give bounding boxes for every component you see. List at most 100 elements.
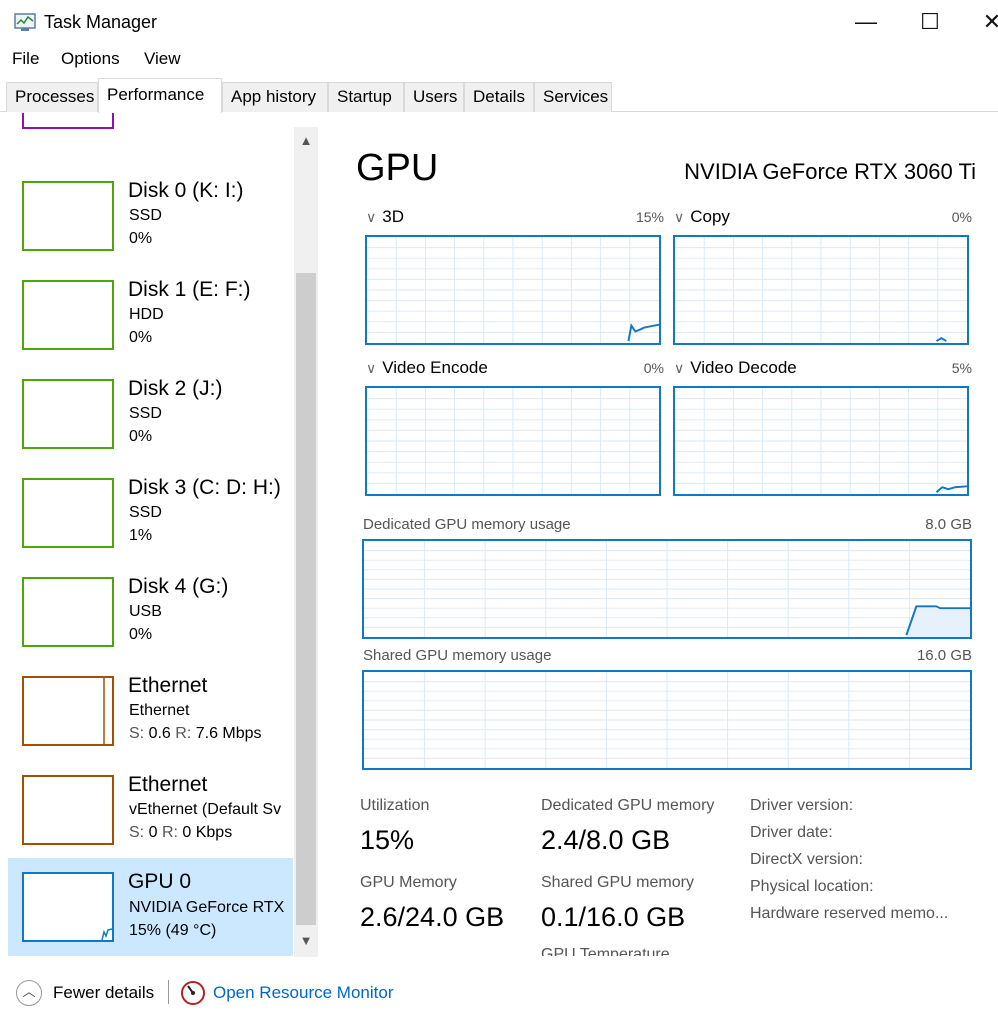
tab-app-history[interactable]: App history <box>222 82 328 112</box>
engine-percent: 0% <box>643 360 664 376</box>
resource-item-disk-0[interactable]: Disk 0 (K: I:) SSD 0% <box>8 173 293 271</box>
resource-type: SSD <box>129 504 162 521</box>
resource-adapter: vEthernet (Default Sv <box>129 801 282 818</box>
shared-memory-label: Shared GPU memory usage <box>363 647 552 664</box>
gpu-memory-value: 2.6/24.0 GB <box>360 902 505 932</box>
resource-name: Disk 4 (G:) <box>128 575 229 598</box>
resource-throughput: S: 0.6 R: 7.6 Mbps <box>129 725 262 743</box>
title-bar: Task Manager — ☐ ✕ <box>0 0 998 44</box>
tab-performance[interactable]: Performance <box>98 78 222 113</box>
engine-percent: 0% <box>951 209 972 225</box>
resource-name: Ethernet <box>128 674 208 697</box>
resource-type: HDD <box>129 306 164 323</box>
ethernet-1-sparkline <box>103 678 105 744</box>
chevron-down-icon: ∨ <box>366 209 377 225</box>
resource-monitor-icon[interactable] <box>180 980 206 1006</box>
tab-startup[interactable]: Startup <box>328 82 404 112</box>
send-value: 0 <box>148 824 158 841</box>
dedicated-memory-label: Dedicated GPU memory usage <box>363 516 571 533</box>
resource-name: Disk 2 (J:) <box>128 377 223 400</box>
tab-bar: Processes Performance App history Startu… <box>0 78 998 113</box>
tab-users[interactable]: Users <box>404 82 464 112</box>
graph-shared-memory-grid <box>364 672 970 768</box>
resource-item-disk-4[interactable]: Disk 4 (G:) USB 0% <box>8 569 293 667</box>
engine-percent: 5% <box>951 360 972 376</box>
shared-gpu-memory-value: 0.1/16.0 GB <box>541 902 686 932</box>
graph-shared-memory <box>362 670 972 770</box>
resource-item-disk-2[interactable]: Disk 2 (J:) SSD 0% <box>8 371 293 469</box>
resource-item-ethernet-2[interactable]: Ethernet vEthernet (Default Sv S: 0 R: 0… <box>8 767 293 865</box>
menu-view[interactable]: View <box>144 49 181 69</box>
resource-usage: 0% <box>129 329 153 346</box>
shared-gpu-memory-label: Shared GPU memory <box>541 874 694 891</box>
usage-line <box>935 485 967 493</box>
graph-3d-grid <box>367 237 659 343</box>
receive-label: R: <box>175 725 192 742</box>
receive-value: 7.6 Mbps <box>195 725 262 742</box>
receive-value: 0 Kbps <box>182 824 233 841</box>
driver-date-label: Driver date: <box>750 824 833 841</box>
resource-name: Disk 1 (E: F:) <box>128 278 251 301</box>
tab-processes[interactable]: Processes <box>6 82 98 112</box>
minimize-button[interactable]: — <box>846 8 886 36</box>
graph-copy-grid <box>675 237 967 343</box>
gpu-model-name: NVIDIA GeForce RTX 3060 Ti <box>684 159 976 184</box>
shared-memory-max: 16.0 GB <box>916 647 972 664</box>
receive-label: R: <box>161 824 178 841</box>
graph-video-encode-grid <box>367 388 659 494</box>
gpu-0-thumbnail <box>22 872 114 942</box>
menu-file[interactable]: File <box>12 49 39 69</box>
open-resource-monitor-link[interactable]: Open Resource Monitor <box>213 983 393 1003</box>
chevron-down-icon: ∨ <box>674 209 685 225</box>
gpu-0-sparkline <box>101 928 112 940</box>
disk-4-thumbnail <box>22 577 114 647</box>
engine-selector-copy[interactable]: ∨ Copy <box>674 207 730 227</box>
menu-options[interactable]: Options <box>61 49 120 69</box>
resource-item-disk-3[interactable]: Disk 3 (C: D: H:) SSD 1% <box>8 470 293 568</box>
fewer-details-button[interactable]: Fewer details <box>53 983 154 1003</box>
resource-type: USB <box>129 603 162 620</box>
resource-item-disk-1[interactable]: Disk 1 (E: F:) HDD 0% <box>8 272 293 370</box>
ethernet-2-thumbnail <box>22 775 114 845</box>
resource-name: Disk 0 (K: I:) <box>128 179 244 202</box>
resource-usage: 0% <box>129 230 153 247</box>
graph-dedicated-memory-grid <box>364 541 970 637</box>
engine-selector-3d[interactable]: ∨ 3D <box>366 207 404 227</box>
utilization-label: Utilization <box>360 797 430 814</box>
engine-percent: 15% <box>635 209 664 225</box>
chevron-up-icon[interactable]: ︿ <box>16 980 42 1006</box>
scroll-down-icon[interactable]: ▼ <box>294 933 318 953</box>
dedicated-gpu-memory-value: 2.4/8.0 GB <box>541 825 671 855</box>
resource-item-memory[interactable] <box>8 113 293 149</box>
resource-throughput: S: 0 R: 0 Kbps <box>129 824 232 842</box>
graph-video-encode <box>365 386 661 496</box>
send-label: S: <box>129 824 145 841</box>
disk-3-thumbnail <box>22 478 114 548</box>
resource-item-gpu-0[interactable]: GPU 0 NVIDIA GeForce RTX 15% (49 °C) <box>8 858 293 956</box>
scroll-thumb[interactable] <box>296 273 316 925</box>
resource-usage: 1% <box>129 527 153 544</box>
footer-divider <box>168 980 169 1004</box>
dedicated-memory-max: 8.0 GB <box>925 516 972 533</box>
resource-list-scrollbar[interactable]: ▲ ▼ <box>294 127 318 957</box>
resource-item-ethernet-1[interactable]: Ethernet Ethernet S: 0.6 R: 7.6 Mbps <box>8 668 293 766</box>
maximize-button[interactable]: ☐ <box>910 8 950 36</box>
disk-1-thumbnail <box>22 280 114 350</box>
window-title: Task Manager <box>44 12 158 32</box>
tab-services[interactable]: Services <box>534 82 612 112</box>
usage-line <box>627 323 659 342</box>
engine-selector-video-decode[interactable]: ∨ Video Decode <box>674 358 797 378</box>
scroll-up-icon[interactable]: ▲ <box>294 133 318 153</box>
resource-type: SSD <box>129 207 162 224</box>
chevron-down-icon: ∨ <box>366 360 377 376</box>
physical-location-label: Physical location: <box>750 878 874 895</box>
gpu-detail-pane: GPU NVIDIA GeForce RTX 3060 Ti ∨ 3D 15% ∨… <box>330 113 998 958</box>
close-button[interactable]: ✕ <box>972 8 998 36</box>
resource-usage: 0% <box>129 626 153 643</box>
graph-video-decode <box>673 386 969 496</box>
resource-usage: 15% (49 °C) <box>129 922 217 939</box>
gpu-memory-label: GPU Memory <box>360 874 457 891</box>
graph-dedicated-memory <box>362 539 972 639</box>
tab-details[interactable]: Details <box>464 82 534 112</box>
engine-selector-video-encode[interactable]: ∨ Video Encode <box>366 358 488 378</box>
